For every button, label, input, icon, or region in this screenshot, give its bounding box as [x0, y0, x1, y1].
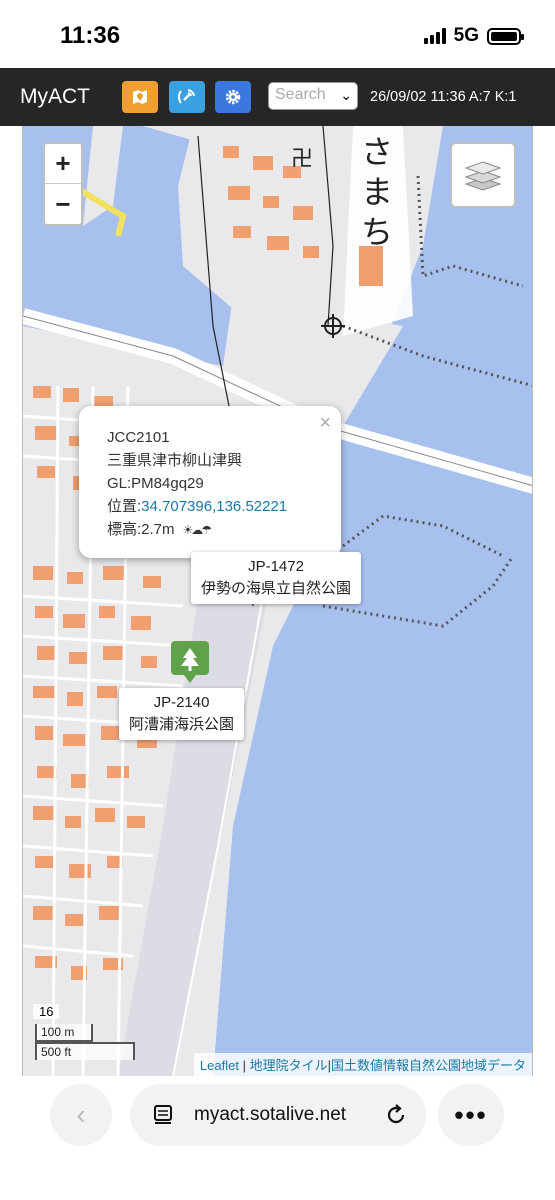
status-time: 11:36 — [60, 22, 121, 49]
search-select[interactable]: Search ⌄ — [268, 82, 358, 110]
reader-icon — [154, 1105, 172, 1124]
scale-imperial: 500 ft — [35, 1042, 135, 1060]
park-name: 阿漕浦海浜公園 — [129, 716, 235, 733]
park-code: JP-1472 — [248, 558, 304, 575]
popup-elevation: 標高:2.7m ☀☁☂ — [107, 518, 341, 542]
map-view[interactable]: 卍 さ ま ち + − × JCC2101 三重県津市柳山津興 GL:PM84g… — [22, 126, 533, 1076]
data-source-link[interactable]: 国土数値情報自然公園地域データ — [331, 1058, 526, 1073]
park-tooltip[interactable]: JP-2140 阿漕浦海浜公園 — [119, 688, 245, 740]
svg-text:卍: 卍 — [291, 147, 313, 172]
satellite-icon — [178, 89, 195, 104]
label-char: ま — [361, 174, 394, 210]
gear-icon — [225, 89, 241, 105]
map-pin-button[interactable] — [122, 81, 158, 113]
elevation-text: 標高:2.7m — [107, 521, 175, 538]
leaflet-link[interactable]: Leaflet — [200, 1058, 239, 1073]
coords-label: 位置: — [107, 498, 142, 515]
popup-grid: GL:PM84gq29 — [107, 475, 204, 492]
zoom-level: 16 — [33, 1004, 60, 1019]
url-text: myact.sotalive.net — [194, 1104, 347, 1125]
network-type: 5G — [453, 25, 479, 46]
weather-icon[interactable]: ☀☁☂ — [183, 523, 212, 537]
settings-button[interactable] — [215, 81, 251, 113]
browser-toolbar: ‹ myact.sotalive.net ••• — [0, 1076, 555, 1200]
attribution-separator: | — [238, 1058, 250, 1073]
zoom-in-button[interactable]: + — [45, 144, 81, 184]
status-indicators: 5G — [423, 25, 524, 47]
label-char: ち — [361, 214, 394, 250]
chevron-down-icon: ⌄ — [340, 87, 352, 103]
popup-ref: JCC2101 — [107, 429, 170, 446]
zoom-out-button[interactable]: − — [45, 184, 81, 224]
popup-address: 三重県津市柳山津興 — [107, 452, 243, 469]
park-tooltip[interactable]: JP-1472 伊勢の海県立自然公園 — [191, 552, 362, 604]
zoom-control: + − — [43, 142, 83, 226]
url-bar[interactable]: myact.sotalive.net — [130, 1084, 426, 1146]
park-name: 伊勢の海県立自然公園 — [201, 580, 352, 597]
layers-icon — [464, 161, 502, 191]
scale-metric: 100 m — [35, 1024, 93, 1042]
layers-button[interactable] — [450, 142, 516, 208]
more-button[interactable]: ••• — [438, 1084, 504, 1146]
coords-link[interactable]: 34.707396,136.52221 — [141, 498, 287, 515]
status-bar: 11:36 5G — [0, 0, 555, 68]
map-pin-icon — [133, 90, 147, 104]
map-place-label: さ ま ち — [361, 132, 401, 252]
popup-close-button[interactable]: × — [319, 412, 331, 435]
app-title: MyACT — [20, 85, 90, 108]
header-status: 26/09/02 11:36 A:7 K:1 — [370, 89, 517, 105]
back-button[interactable]: ‹ — [50, 1084, 112, 1146]
tree-icon — [171, 641, 209, 683]
park-code: JP-2140 — [153, 694, 210, 711]
battery-icon — [487, 27, 524, 45]
label-char: さ — [361, 134, 394, 170]
gsi-link[interactable]: 地理院タイル — [250, 1058, 328, 1073]
map-attribution: Leaflet | 地理院タイル|国土数値情報自然公園地域データ — [193, 1053, 532, 1076]
reload-icon[interactable] — [384, 1103, 408, 1127]
info-popup: × JCC2101 三重県津市柳山津興 GL:PM84gq29 位置:34.70… — [79, 406, 341, 572]
satellite-button[interactable] — [169, 81, 205, 113]
park-marker[interactable] — [170, 640, 210, 684]
popup-coords: 位置:34.707396,136.52221 — [107, 495, 341, 518]
app-header: MyACT Search ⌄ 26/09/02 11:36 A:7 K:1 — [0, 68, 555, 126]
search-placeholder: Search — [275, 86, 326, 103]
scale-bar: 100 m 500 ft — [35, 1024, 135, 1060]
signal-icon — [423, 28, 446, 44]
